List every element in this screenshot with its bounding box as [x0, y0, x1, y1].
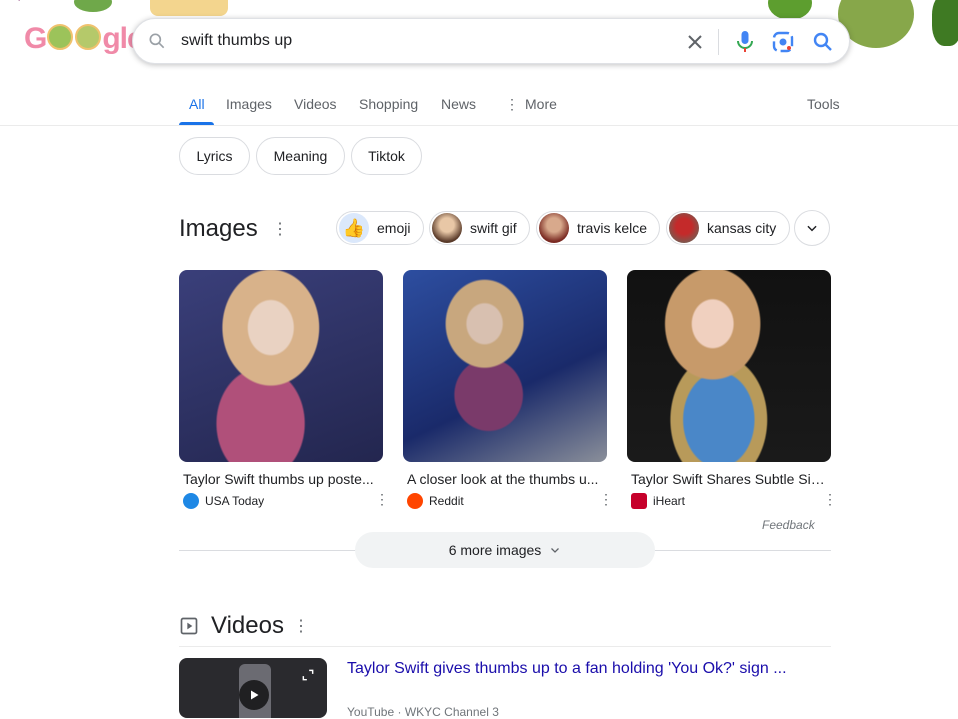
- related-chip-travis-kelce[interactable]: travis kelce: [536, 211, 660, 245]
- related-chip-label: swift gif: [470, 220, 517, 236]
- video-result-meta: YouTube · WKYC Channel 3: [347, 705, 499, 719]
- reddit-favicon-icon: [407, 493, 423, 509]
- images-section-title: Images: [179, 215, 258, 242]
- tab-images[interactable]: Images: [226, 96, 272, 112]
- tabs-divider: [0, 125, 958, 126]
- lens-icon[interactable]: [771, 30, 795, 59]
- image-result-source[interactable]: USA Today: [183, 493, 264, 509]
- image-result[interactable]: Taylor Swift Shares Subtle Sig... iHeart…: [627, 270, 837, 509]
- image-result-caption[interactable]: Taylor Swift thumbs up poste...: [183, 471, 379, 487]
- chevron-down-icon: [807, 225, 817, 232]
- image-result-menu-icon[interactable]: ⋮: [823, 491, 837, 508]
- expand-icon[interactable]: [301, 668, 315, 687]
- travis-kelce-thumb: [539, 213, 569, 243]
- image-result-photo[interactable]: [179, 270, 383, 462]
- related-more-button[interactable]: [794, 210, 830, 246]
- google-doodle-logo[interactable]: Ggle: [24, 22, 144, 56]
- mic-icon[interactable]: [733, 29, 757, 60]
- more-images-label: 6 more images: [448, 542, 542, 558]
- doodle-chip: [150, 0, 228, 16]
- image-result-source[interactable]: iHeart: [631, 493, 685, 509]
- tools-button[interactable]: Tools: [807, 96, 840, 112]
- tab-news[interactable]: News: [441, 96, 476, 112]
- video-thumbnail[interactable]: [179, 658, 327, 718]
- videos-menu-icon[interactable]: ⋮: [293, 619, 309, 635]
- videos-divider: [179, 646, 831, 647]
- search-submit-icon[interactable]: [811, 30, 835, 59]
- search-box[interactable]: swift thumbs up: [132, 18, 850, 64]
- swift-gif-thumb: [432, 213, 462, 243]
- image-result-source-name: USA Today: [205, 494, 265, 508]
- usa-today-favicon-icon: [183, 493, 199, 509]
- logo-text-start: G: [24, 22, 47, 55]
- chip-meaning[interactable]: Meaning: [256, 137, 345, 175]
- iheart-favicon-icon: [631, 493, 647, 509]
- image-result-source[interactable]: Reddit: [407, 493, 464, 509]
- related-chip-label: kansas city: [707, 220, 777, 236]
- related-chip-label: emoji: [377, 220, 411, 236]
- kansas-city-thumb: [669, 213, 699, 243]
- image-result-source-name: iHeart: [653, 494, 686, 508]
- related-chip-label: travis kelce: [577, 220, 648, 236]
- doodle-jalapeno: [768, 0, 812, 20]
- search-icon: [147, 31, 167, 56]
- search-divider: [718, 29, 719, 55]
- feedback-link[interactable]: Feedback: [762, 518, 815, 532]
- image-result-caption[interactable]: Taylor Swift Shares Subtle Sig...: [631, 471, 827, 487]
- logo-avocado-o: [75, 24, 102, 50]
- logo-jalapeno-o: [47, 24, 74, 50]
- chevron-down-icon: [551, 548, 560, 553]
- image-result[interactable]: A closer look at the thumbs u... Reddit …: [403, 270, 613, 509]
- close-icon[interactable]: [683, 30, 707, 59]
- kebab-icon: ⋮: [505, 96, 519, 112]
- tab-videos[interactable]: Videos: [294, 96, 337, 112]
- tab-shopping[interactable]: Shopping: [359, 96, 418, 112]
- related-chip-swift-gif[interactable]: swift gif: [429, 211, 530, 245]
- doodle-pepper: [932, 0, 958, 46]
- chip-tiktok[interactable]: Tiktok: [351, 137, 422, 175]
- chip-lyrics[interactable]: Lyrics: [179, 137, 250, 175]
- image-result-menu-icon[interactable]: ⋮: [375, 491, 389, 508]
- image-result[interactable]: Taylor Swift thumbs up poste... USA Toda…: [179, 270, 389, 509]
- image-result-photo[interactable]: [403, 270, 607, 462]
- emoji-thumb-icon: 👍: [339, 213, 369, 243]
- image-result-menu-icon[interactable]: ⋮: [599, 491, 613, 508]
- doodle-herb: [74, 0, 112, 12]
- image-result-photo[interactable]: [627, 270, 831, 462]
- tab-more-label: More: [525, 96, 557, 112]
- video-result-title[interactable]: Taylor Swift gives thumbs up to a fan ho…: [347, 660, 787, 678]
- search-input[interactable]: swift thumbs up: [181, 32, 292, 50]
- tab-all[interactable]: All: [189, 96, 205, 112]
- video-section-icon: [179, 616, 199, 641]
- play-icon[interactable]: [239, 680, 269, 710]
- images-menu-icon[interactable]: ⋮: [272, 222, 288, 238]
- related-chip-emoji[interactable]: 👍 emoji: [336, 211, 424, 245]
- tab-more[interactable]: ⋮ More: [505, 96, 557, 113]
- related-chip-kansas-city[interactable]: kansas city: [666, 211, 790, 245]
- more-images-button[interactable]: 6 more images: [355, 532, 655, 568]
- image-result-caption[interactable]: A closer look at the thumbs u...: [407, 471, 603, 487]
- videos-section-title: Videos: [211, 612, 284, 639]
- image-result-source-name: Reddit: [429, 494, 464, 508]
